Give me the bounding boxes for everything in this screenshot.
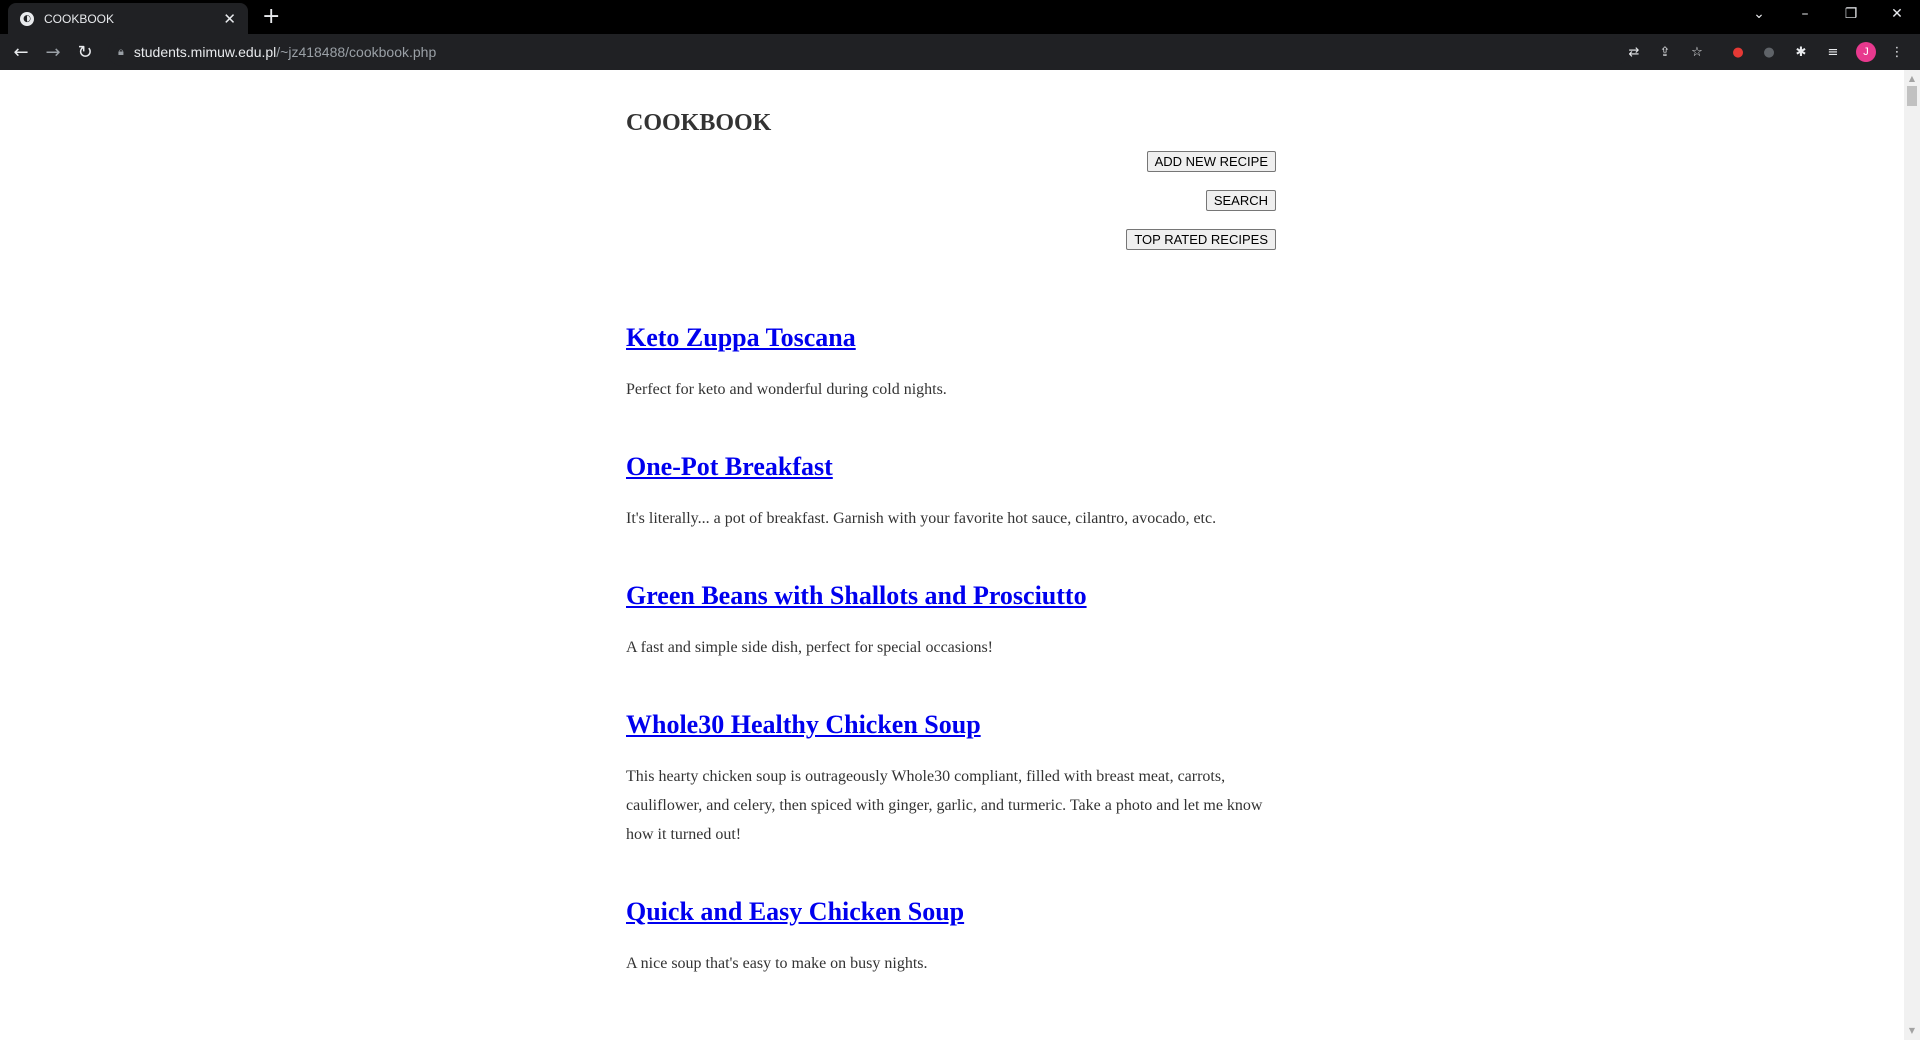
minimize-icon[interactable]: –	[1782, 0, 1828, 28]
top-rated-recipes-button[interactable]: TOP RATED RECIPES	[1126, 229, 1276, 250]
lock-icon[interactable]: 🔒︎	[118, 45, 124, 59]
recipe-link[interactable]: Quick and Easy Chicken Soup	[626, 897, 964, 926]
recipe-list: Keto Zuppa Toscana Perfect for keto and …	[626, 323, 1276, 978]
globe-icon: ◐	[20, 11, 34, 26]
reading-list-icon[interactable]: ≡	[1824, 43, 1842, 61]
tab-search-icon[interactable]: ⌄	[1736, 0, 1782, 28]
back-icon[interactable]: ←	[9, 40, 33, 64]
recipe-item: One-Pot Breakfast It's literally... a po…	[626, 452, 1276, 533]
search-button[interactable]: SEARCH	[1205, 190, 1276, 211]
url-text: students.mimuw.edu.pl/~jz418488/cookbook…	[133, 44, 437, 60]
forward-icon[interactable]: →	[41, 40, 65, 64]
scroll-up-icon[interactable]: ▲	[1904, 72, 1920, 86]
browser-tab[interactable]: ◐ COOKBOOK ✕	[8, 3, 248, 34]
recipe-link[interactable]: Keto Zuppa Toscana	[626, 323, 856, 352]
address-bar[interactable]: 🔒︎ students.mimuw.edu.pl/~jz418488/cookb…	[108, 38, 1628, 66]
recipe-link[interactable]: One-Pot Breakfast	[626, 452, 833, 481]
close-tab-icon[interactable]: ✕	[223, 10, 236, 28]
recipe-link[interactable]: Green Beans with Shallots and Prosciutto	[626, 581, 1087, 610]
recipe-link[interactable]: Whole30 Healthy Chicken Soup	[626, 710, 981, 739]
extensions-puzzle-icon[interactable]: ✱	[1792, 43, 1810, 61]
page-content: COOKBOOK ADD NEW RECIPE SEARCH TOP RATED…	[626, 70, 1276, 1026]
reload-icon[interactable]: ↻	[73, 40, 97, 64]
action-buttons: ADD NEW RECIPE SEARCH TOP RATED RECIPES	[626, 151, 1276, 268]
menu-kebab-icon[interactable]: ⋮	[1888, 43, 1906, 61]
recipe-description: Perfect for keto and wonderful during co…	[626, 381, 947, 398]
profile-avatar[interactable]: J	[1856, 42, 1876, 62]
browser-toolbar: ← → ↻ 🔒︎ students.mimuw.edu.pl/~jz418488…	[0, 34, 1920, 70]
scrollbar-thumb[interactable]	[1907, 86, 1917, 106]
vertical-scrollbar[interactable]: ▲ ▼	[1904, 70, 1920, 1040]
new-tab-icon[interactable]: +	[262, 4, 280, 29]
bookmark-star-icon[interactable]: ☆	[1688, 43, 1706, 61]
tab-title: COOKBOOK	[44, 11, 115, 26]
page-viewport: COOKBOOK ADD NEW RECIPE SEARCH TOP RATED…	[0, 70, 1904, 1040]
scroll-down-icon[interactable]: ▼	[1904, 1024, 1920, 1038]
recipe-item: Quick and Easy Chicken Soup A nice soup …	[626, 897, 1276, 978]
recipe-description: This hearty chicken soup is outrageously…	[626, 768, 1263, 843]
add-new-recipe-button[interactable]: ADD NEW RECIPE	[1146, 151, 1276, 172]
close-window-icon[interactable]: ✕	[1874, 0, 1920, 28]
share-icon[interactable]: ⇪	[1656, 43, 1674, 61]
extension-red-icon[interactable]: ●	[1729, 43, 1747, 61]
recipe-item: Green Beans with Shallots and Prosciutto…	[626, 581, 1276, 662]
recipe-description: A nice soup that's easy to make on busy …	[626, 955, 928, 972]
tab-strip: ◐ COOKBOOK ✕ + ⌄ – ❐ ✕	[0, 0, 1920, 34]
recipe-description: A fast and simple side dish, perfect for…	[626, 639, 993, 656]
recipe-description: It's literally... a pot of breakfast. Ga…	[626, 510, 1217, 527]
extension-gray-icon[interactable]: ●	[1760, 43, 1778, 61]
restore-icon[interactable]: ❐	[1828, 0, 1874, 28]
recipe-item: Keto Zuppa Toscana Perfect for keto and …	[626, 323, 1276, 404]
recipe-item: Whole30 Healthy Chicken Soup This hearty…	[626, 710, 1276, 849]
translate-icon[interactable]: ⇄	[1625, 43, 1643, 61]
page-title: COOKBOOK	[626, 110, 772, 136]
